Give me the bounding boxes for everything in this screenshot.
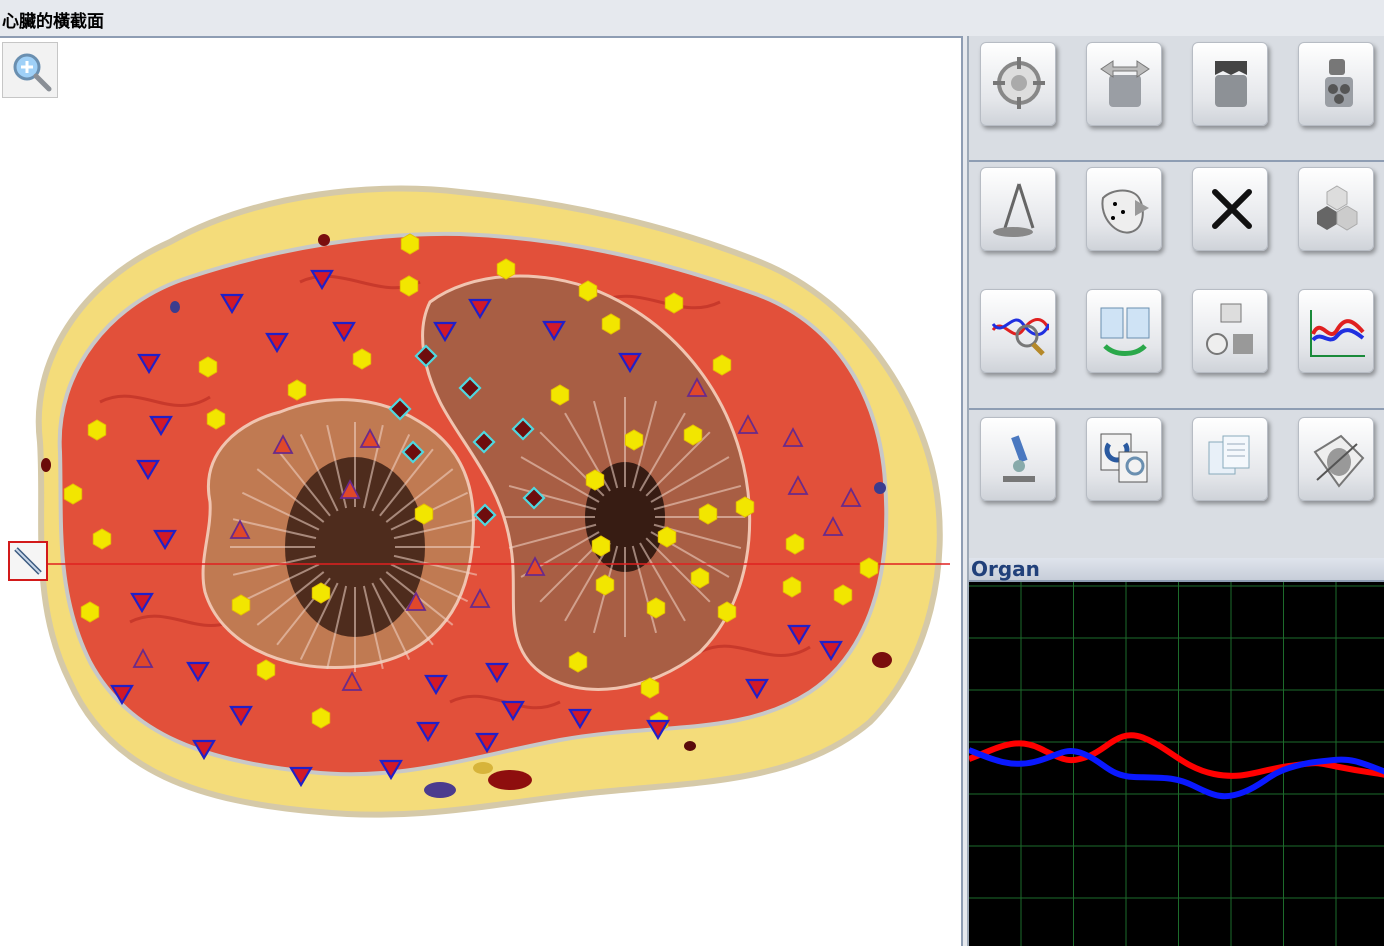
hexagon-marker[interactable] — [664, 292, 684, 314]
wave-analyze-icon — [991, 318, 1049, 356]
hexagon-marker[interactable] — [63, 483, 83, 505]
vessel — [874, 482, 886, 494]
zoom-in-button[interactable] — [2, 42, 58, 98]
hexagon-marker[interactable] — [591, 535, 611, 557]
tool-separator — [969, 160, 1384, 162]
vessel — [41, 458, 51, 472]
wave-analyze-button[interactable] — [980, 289, 1056, 373]
scan-line-icon — [14, 547, 42, 575]
hexagon-marker[interactable] — [198, 356, 218, 378]
title-bar: 心臟的橫截面 — [0, 0, 1384, 36]
hexagon-marker[interactable] — [717, 601, 737, 623]
organ-scan-icon — [1313, 434, 1365, 488]
target-button[interactable] — [980, 42, 1056, 126]
hexagon-marker[interactable] — [683, 424, 703, 446]
hexagon-marker[interactable] — [712, 354, 732, 376]
vessel — [684, 741, 696, 751]
close-button[interactable] — [1192, 167, 1268, 251]
hexagon-marker[interactable] — [833, 584, 853, 606]
documents-button[interactable] — [1192, 417, 1268, 501]
hexagon-marker[interactable] — [550, 384, 570, 406]
vessel — [424, 782, 456, 798]
hexagon-marker[interactable] — [657, 526, 677, 548]
organ-collapse-icon — [1215, 61, 1247, 107]
hexagon-marker[interactable] — [496, 258, 516, 280]
multi-wave-chart-button[interactable] — [1298, 289, 1374, 373]
window-title: 心臟的橫截面 — [2, 12, 104, 32]
hexagon-marker[interactable] — [601, 313, 621, 335]
hexagon-marker[interactable] — [585, 469, 605, 491]
organ-scan-button[interactable] — [1298, 417, 1374, 501]
organ-parts-icon — [1325, 59, 1353, 107]
organ-parts-button[interactable] — [1298, 42, 1374, 126]
hexagon-marker[interactable] — [399, 275, 419, 297]
hexagon-cluster-button[interactable] — [1298, 167, 1374, 251]
vessel — [872, 652, 892, 668]
tool-separator — [969, 408, 1384, 410]
cross-section-view[interactable] — [0, 36, 963, 946]
report-exchange-icon — [1100, 307, 1150, 356]
hexagon-marker[interactable] — [640, 677, 660, 699]
organ-header: Organ — [969, 558, 1384, 582]
vessel — [170, 301, 180, 313]
hexagon-marker[interactable] — [287, 379, 307, 401]
hexagon-marker[interactable] — [735, 496, 755, 518]
multi-wave-chart-icon — [1310, 310, 1365, 357]
hexagon-marker[interactable] — [231, 594, 251, 616]
organ-wave-chart — [969, 582, 1384, 946]
point-map-icon — [1101, 189, 1149, 234]
vessel — [488, 770, 532, 790]
image-compare-button[interactable] — [1086, 417, 1162, 501]
zoom-in-icon — [13, 53, 52, 92]
tool-panel: Organ — [967, 36, 1384, 946]
hexagon-marker[interactable] — [595, 574, 615, 596]
compass-tool-icon — [993, 183, 1035, 237]
microscope-button[interactable] — [980, 417, 1056, 501]
compass-tool-button[interactable] — [980, 167, 1056, 251]
hexagon-marker[interactable] — [859, 557, 879, 579]
image-compare-icon — [1100, 433, 1148, 483]
target-icon — [993, 57, 1045, 109]
data-export-button[interactable] — [1192, 289, 1268, 373]
hexagon-marker[interactable] — [80, 601, 100, 623]
data-export-icon — [1206, 303, 1253, 355]
hexagon-marker[interactable] — [206, 408, 226, 430]
hexagon-marker[interactable] — [578, 280, 598, 302]
report-exchange-button[interactable] — [1086, 289, 1162, 373]
vessel — [473, 762, 493, 774]
hexagon-cluster-icon — [1317, 185, 1358, 231]
organ-collapse-button[interactable] — [1192, 42, 1268, 126]
hexagon-marker[interactable] — [311, 582, 331, 604]
hexagon-marker[interactable] — [256, 659, 276, 681]
scan-line-handle[interactable] — [8, 541, 48, 581]
vessel — [318, 234, 330, 246]
hexagon-marker[interactable] — [568, 651, 588, 673]
point-map-button[interactable] — [1086, 167, 1162, 251]
organ-expand-button[interactable] — [1086, 42, 1162, 126]
close-icon — [1212, 189, 1252, 229]
hexagon-marker[interactable] — [698, 503, 718, 525]
hexagon-marker[interactable] — [352, 348, 372, 370]
hexagon-marker[interactable] — [311, 707, 331, 729]
hexagon-marker[interactable] — [646, 597, 666, 619]
hexagon-marker[interactable] — [624, 429, 644, 451]
microscope-icon — [1003, 435, 1035, 482]
documents-icon — [1208, 435, 1250, 475]
hexagon-marker[interactable] — [400, 233, 420, 255]
hexagon-marker[interactable] — [785, 533, 805, 555]
hexagon-marker[interactable] — [414, 503, 434, 525]
heart-cross-section-image — [35, 185, 950, 818]
organ-expand-icon — [1100, 60, 1150, 107]
hexagon-marker[interactable] — [92, 528, 112, 550]
hexagon-marker[interactable] — [87, 419, 107, 441]
organ-title: Organ — [971, 557, 1040, 581]
hexagon-marker[interactable] — [782, 576, 802, 598]
hexagon-marker[interactable] — [690, 567, 710, 589]
